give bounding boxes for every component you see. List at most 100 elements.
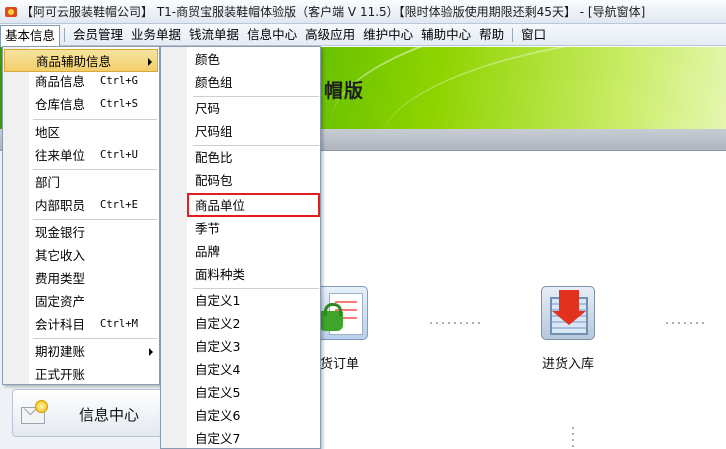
menu-item-label: 仓库信息 (35, 97, 86, 112)
submenu-item-label: 自定义3 (195, 339, 241, 354)
menu-item-label: 内部职员 (35, 198, 86, 213)
submenu-item-size[interactable]: 尺码 (162, 97, 319, 120)
menu-maintenance[interactable]: 维护中心 (359, 25, 417, 45)
submenu-item-size-group[interactable]: 尺码组 (162, 120, 319, 143)
submenu-item-season[interactable]: 季节 (162, 217, 319, 240)
stock-in-arrow-icon[interactable] (541, 286, 595, 340)
submenu-item-custom-6[interactable]: 自定义6 (162, 404, 319, 427)
submenu-item-label: 尺码组 (195, 124, 233, 139)
menu-item-other-income[interactable]: 其它收入 (4, 244, 158, 267)
menu-item-department[interactable]: 部门 (4, 171, 158, 194)
menu-item-product-aux[interactable]: 商品辅助信息 (4, 49, 158, 72)
basic-info-menu: 商品辅助信息 商品信息 Ctrl+G 仓库信息 Ctrl+S 地区 往来单位 C… (2, 46, 160, 385)
menu-item-label: 部门 (35, 175, 61, 190)
menu-item-label: 其它收入 (35, 248, 86, 263)
submenu-item-label: 配色比 (195, 150, 233, 165)
order-basket-icon[interactable] (314, 286, 368, 340)
stock-in-label[interactable]: 进货入库 (542, 353, 594, 372)
submenu-item-color-group[interactable]: 颜色组 (162, 71, 319, 94)
banner-title: 帽版 (324, 80, 365, 102)
menu-item-label: 固定资产 (35, 294, 86, 309)
title-bar: 【阿可云服装鞋帽公司】 T1-商贸宝服装鞋帽体验版（客户端 V 11.5）【限时… (0, 0, 726, 24)
submenu-item-fabric-type[interactable]: 面料种类 (162, 263, 319, 286)
submenu-item-label: 自定义4 (195, 362, 241, 377)
menu-item-staff[interactable]: 内部职员 Ctrl+E (4, 194, 158, 217)
submenu-item-label: 季节 (195, 221, 221, 236)
info-center-tab[interactable]: 信息中心 (12, 389, 162, 437)
menu-item-label: 正式开账 (35, 367, 86, 382)
submenu-item-label: 自定义5 (195, 385, 241, 400)
menu-item-accounts[interactable]: 会计科目 Ctrl+M (4, 313, 158, 336)
menu-info-center[interactable]: 信息中心 (243, 25, 301, 45)
connector-dots (428, 322, 484, 324)
menu-shortcut: Ctrl+U (100, 149, 138, 161)
menu-item-region[interactable]: 地区 (4, 121, 158, 144)
connector-dots (572, 425, 574, 449)
menu-shortcut: Ctrl+S (100, 98, 138, 110)
menu-separator (64, 27, 66, 42)
submenu-item-label: 面料种类 (195, 267, 246, 282)
menu-item-label: 商品信息 (35, 74, 86, 89)
menu-item-label: 现金银行 (35, 225, 86, 240)
connector-dots (664, 322, 704, 324)
submenu-item-custom-5[interactable]: 自定义5 (162, 381, 319, 404)
submenu-item-label: 尺码 (195, 101, 221, 116)
app-logo-icon (4, 5, 18, 19)
menu-item-expense-type[interactable]: 费用类型 (4, 267, 158, 290)
submenu-item-custom-3[interactable]: 自定义3 (162, 335, 319, 358)
submenu-item-label: 品牌 (195, 244, 221, 259)
menu-bar: 基本信息 会员管理 业务单据 钱流单据 信息中心 高级应用 维护中心 辅助中心 … (0, 24, 726, 47)
menu-help[interactable]: 帮助 (475, 25, 508, 45)
submenu-item-color[interactable]: 颜色 (162, 48, 319, 71)
submenu-item-color-ratio[interactable]: 配色比 (162, 146, 319, 169)
menu-advanced[interactable]: 高级应用 (301, 25, 359, 45)
highlight-annotation-box (187, 193, 320, 217)
window-title: 【阿可云服装鞋帽公司】 T1-商贸宝服装鞋帽体验版（客户端 V 11.5）【限时… (21, 5, 646, 19)
menu-item-label: 费用类型 (35, 271, 86, 286)
menu-item-formal-open[interactable]: 正式开账 (4, 363, 158, 386)
menu-cash-docs[interactable]: 钱流单据 (185, 25, 243, 45)
menu-item-cash-bank[interactable]: 现金银行 (4, 221, 158, 244)
menu-divider (33, 119, 157, 120)
submenu-item-size-pack[interactable]: 配码包 (162, 169, 319, 192)
product-aux-submenu: 颜色 颜色组 尺码 尺码组 配色比 配码包 商品单位 季节 品牌 面料种类 自定… (160, 46, 321, 449)
menu-item-label: 期初建账 (35, 344, 86, 359)
menu-shortcut: Ctrl+M (100, 318, 138, 330)
menu-window[interactable]: 窗口 (517, 25, 550, 45)
menu-item-label: 地区 (35, 125, 61, 140)
menu-divider (33, 169, 157, 170)
submenu-item-label: 配码包 (195, 173, 233, 188)
menu-basic-info[interactable]: 基本信息 (0, 24, 61, 47)
submenu-item-custom-1[interactable]: 自定义1 (162, 289, 319, 312)
submenu-arrow-icon (149, 348, 153, 356)
menu-item-warehouse-info[interactable]: 仓库信息 Ctrl+S (4, 93, 158, 116)
menu-shortcut: Ctrl+E (100, 199, 138, 211)
envelope-bulb-icon (21, 399, 49, 427)
submenu-item-label: 自定义6 (195, 408, 241, 423)
purchase-order-label[interactable]: 货订单 (320, 353, 359, 372)
menu-item-partners[interactable]: 往来单位 Ctrl+U (4, 144, 158, 167)
submenu-item-label: 自定义2 (195, 316, 241, 331)
menu-item-product-info[interactable]: 商品信息 Ctrl+G (4, 70, 158, 93)
menu-divider (33, 338, 157, 339)
menu-shortcut: Ctrl+G (100, 75, 138, 87)
submenu-item-label: 自定义7 (195, 431, 241, 446)
submenu-item-label: 颜色组 (195, 75, 233, 90)
menu-separator (512, 27, 514, 42)
submenu-item-brand[interactable]: 品牌 (162, 240, 319, 263)
submenu-item-label: 颜色 (195, 52, 221, 67)
menu-item-label: 商品辅助信息 (36, 54, 112, 69)
menu-member[interactable]: 会员管理 (69, 25, 127, 45)
menu-item-label: 往来单位 (35, 148, 86, 163)
menu-item-opening-setup[interactable]: 期初建账 (4, 340, 158, 363)
submenu-arrow-icon (148, 58, 152, 66)
submenu-item-label: 自定义1 (195, 293, 241, 308)
menu-divider (33, 219, 157, 220)
submenu-item-custom-7[interactable]: 自定义7 (162, 427, 319, 449)
menu-item-fixed-assets[interactable]: 固定资产 (4, 290, 158, 313)
menu-item-label: 会计科目 (35, 317, 86, 332)
menu-assist[interactable]: 辅助中心 (417, 25, 475, 45)
submenu-item-custom-4[interactable]: 自定义4 (162, 358, 319, 381)
menu-business-docs[interactable]: 业务单据 (127, 25, 185, 45)
submenu-item-custom-2[interactable]: 自定义2 (162, 312, 319, 335)
